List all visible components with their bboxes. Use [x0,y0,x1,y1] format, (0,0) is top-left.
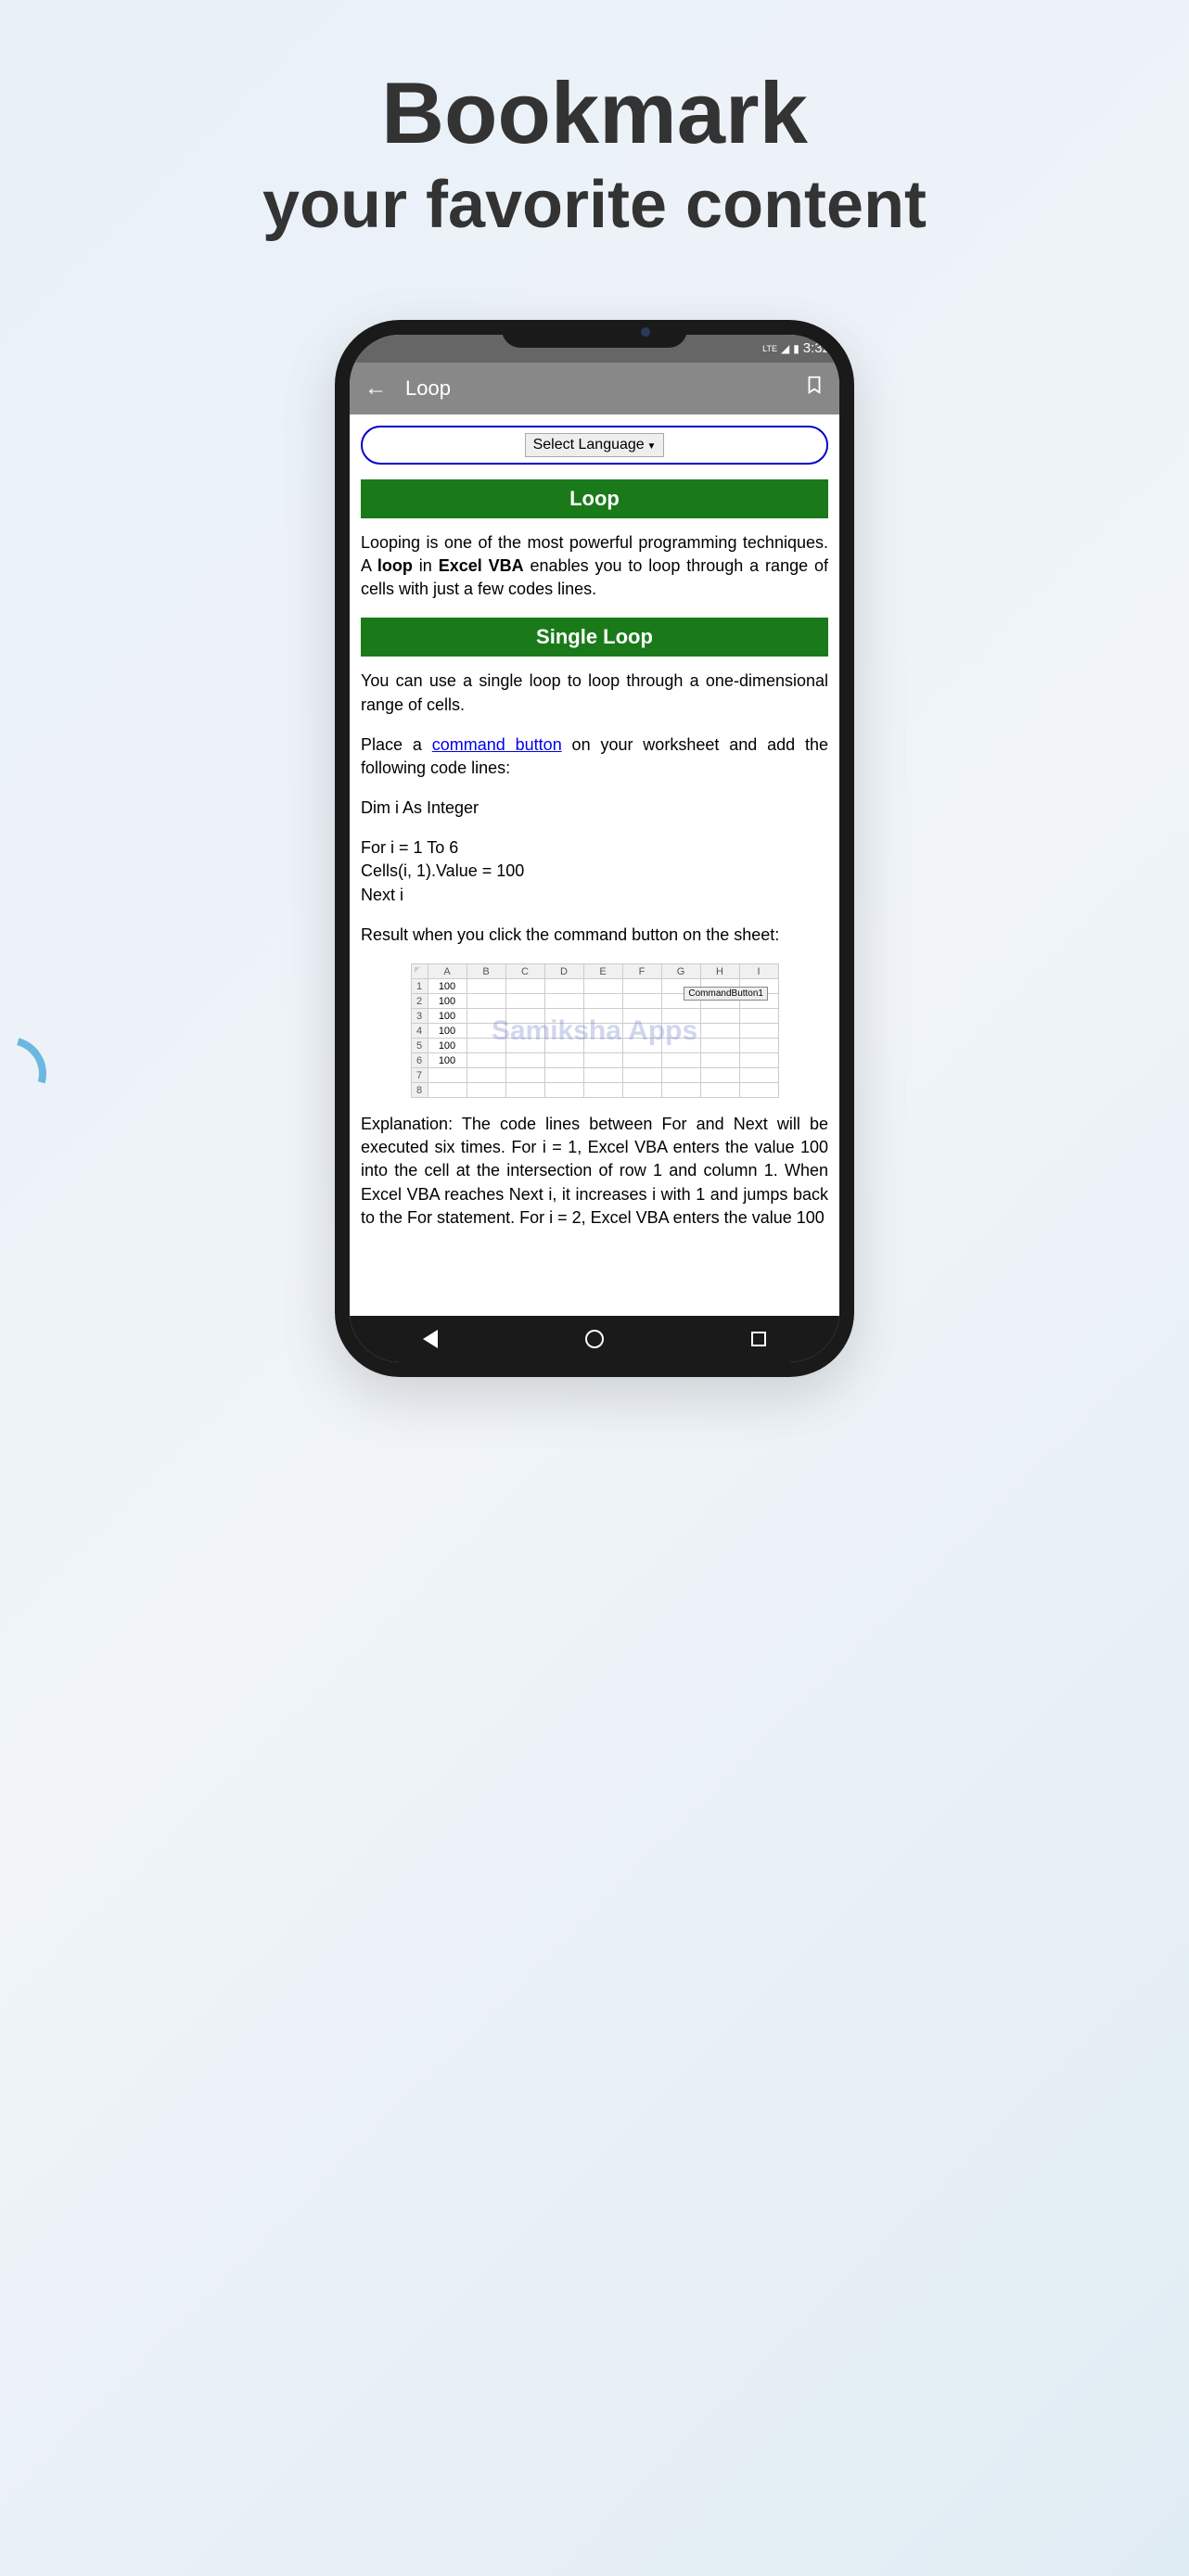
code-block-for: For i = 1 To 6 Cells(i, 1).Value = 100 N… [361,836,828,907]
phone-frame: LTE ◢ ▮ 3:32 ← Loop Select Language Loop… [335,320,854,1377]
row-header: 8 [411,1083,428,1098]
row-header: 5 [411,1039,428,1053]
intro-paragraph: Looping is one of the most powerful prog… [361,531,828,602]
section-header-singleloop: Single Loop [361,618,828,657]
excel-header-row: A B C D E F G H I [411,964,778,979]
battery-icon: ▮ [793,342,799,355]
command-button-link[interactable]: command button [432,735,562,754]
code-block-dim: Dim i As Integer [361,797,828,820]
col-header: B [467,964,505,979]
row-header: 1 [411,979,428,994]
place-button-paragraph: Place a command button on your worksheet… [361,733,828,780]
cell: 100 [428,979,467,994]
table-row: 4100 [411,1024,778,1039]
page-title: Loop [405,376,804,401]
corner-cell [411,964,428,979]
cell: 100 [428,994,467,1009]
row-header: 2 [411,994,428,1009]
singleloop-intro: You can use a single loop to loop throug… [361,670,828,716]
cell: 100 [428,1009,467,1024]
back-arrow-icon[interactable]: ← [364,376,387,402]
col-header: E [583,964,622,979]
bookmark-icon[interactable] [804,375,825,402]
nav-recent-icon[interactable] [751,1332,766,1346]
promo-title: Bookmark [0,65,1189,160]
phone-screen: LTE ◢ ▮ 3:32 ← Loop Select Language Loop… [350,335,839,1362]
text: Place a [361,735,432,754]
promo-subtitle: your favorite content [0,165,1189,245]
nav-home-icon[interactable] [585,1330,604,1348]
col-header: G [661,964,700,979]
content-area: Select Language Loop Looping is one of t… [350,414,839,1316]
col-header: A [428,964,467,979]
cell [428,1083,467,1098]
cell: 100 [428,1053,467,1068]
col-header: H [700,964,739,979]
row-header: 4 [411,1024,428,1039]
code-line: Next i [361,884,828,907]
row-header: 3 [411,1009,428,1024]
table-row: 3100 [411,1009,778,1024]
table-row: 8 [411,1083,778,1098]
excel-screenshot: Samiksha Apps A B C D E F G H I 1100 [361,963,828,1098]
phone-notch [502,320,687,348]
cell: 100 [428,1024,467,1039]
table-row: 5100 [411,1039,778,1053]
language-selector-container: Select Language [361,426,828,465]
result-paragraph: Result when you click the command button… [361,924,828,947]
excel-grid: A B C D E F G H I 1100 2100 3100 4100 51… [411,963,779,1098]
code-line: Cells(i, 1).Value = 100 [361,860,828,883]
signal-icon: ◢ [781,342,789,355]
cell: 100 [428,1039,467,1053]
bold-loop: loop [377,556,413,575]
camera-dot [641,327,650,337]
promo-heading: Bookmark your favorite content [0,0,1189,292]
decorative-arc [0,1023,60,1124]
android-nav-bar [350,1316,839,1362]
status-lte: LTE [762,344,777,353]
status-time: 3:32 [803,340,830,356]
col-header: F [622,964,661,979]
bold-excelvba: Excel VBA [439,556,524,575]
language-dropdown[interactable]: Select Language [525,433,665,457]
table-row: 7 [411,1068,778,1083]
row-header: 7 [411,1068,428,1083]
app-bar: ← Loop [350,363,839,414]
section-header-loop: Loop [361,479,828,518]
command-button-overlay: CommandButton1 [684,987,768,1001]
col-header: C [505,964,544,979]
nav-back-icon[interactable] [423,1330,438,1348]
table-row: 6100 [411,1053,778,1068]
explanation-paragraph: Explanation: The code lines between For … [361,1113,828,1230]
row-header: 6 [411,1053,428,1068]
col-header: D [544,964,583,979]
col-header: I [739,964,778,979]
code-line: For i = 1 To 6 [361,836,828,860]
text: in [413,556,439,575]
cell [428,1068,467,1083]
